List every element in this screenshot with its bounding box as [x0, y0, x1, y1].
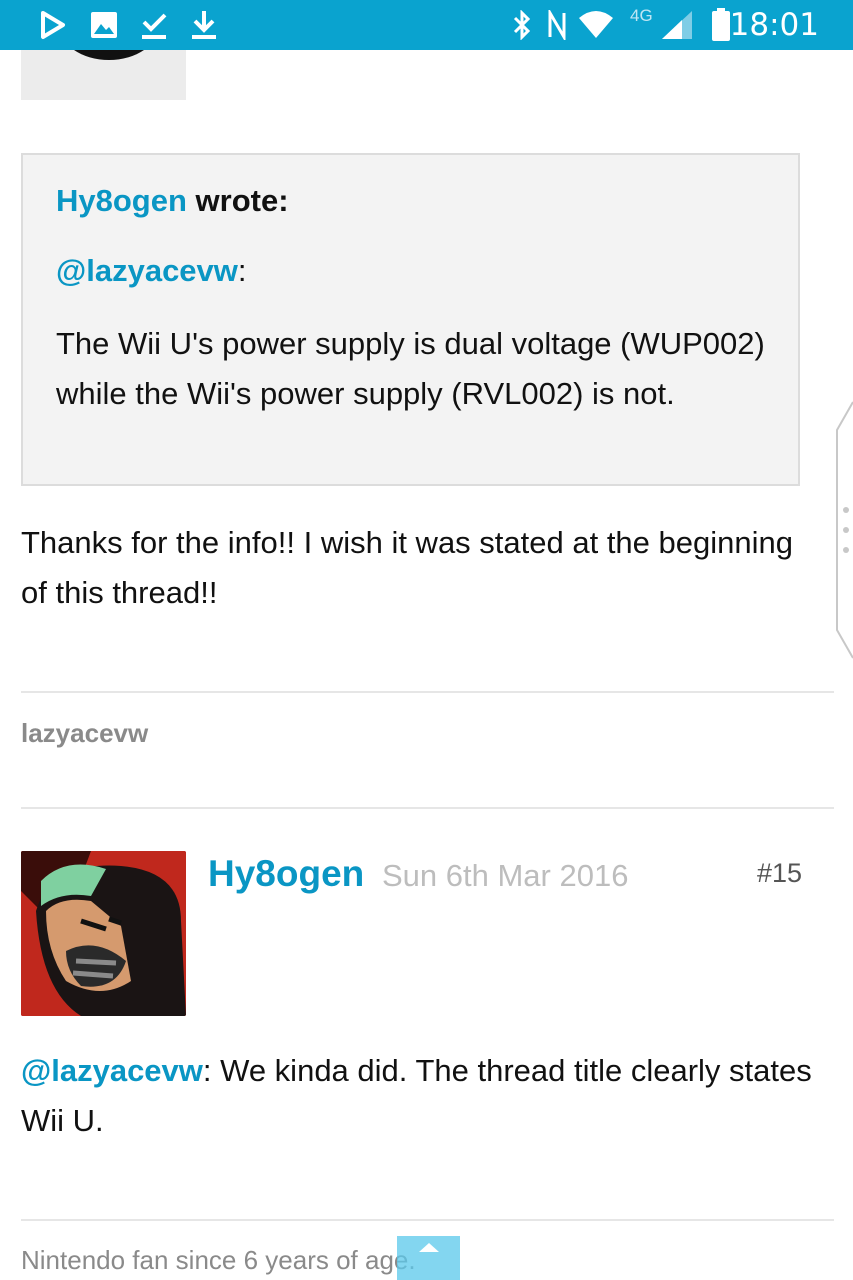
mention-link[interactable]: @lazyacevw — [21, 1053, 203, 1088]
quote-header: Hy8ogen wrote: — [56, 183, 289, 219]
edge-panel-handle[interactable] — [833, 400, 853, 660]
download-icon — [189, 8, 219, 42]
post-body: @lazyacevw: We kinda did. The thread tit… — [21, 1046, 821, 1146]
scroll-to-top-button[interactable] — [397, 1236, 460, 1280]
status-bar: 4G 18:01 — [0, 0, 853, 50]
download-done-icon — [139, 8, 169, 42]
quote-body: The Wii U's power supply is dual voltage… — [56, 326, 765, 411]
signature: lazyacevw — [21, 718, 149, 748]
avatar[interactable] — [21, 851, 186, 1016]
quote-author-link[interactable]: Hy8ogen — [56, 183, 187, 218]
post-body: Thanks for the info!! I wish it was stat… — [21, 525, 793, 610]
divider — [21, 691, 834, 693]
divider — [21, 807, 834, 809]
chevron-up-icon — [416, 1236, 442, 1261]
mention-colon: : — [237, 253, 247, 288]
quote-wrote-label: wrote: — [195, 183, 289, 218]
avatar[interactable] — [21, 50, 186, 100]
quote-mention: @lazyacevw: — [56, 253, 247, 289]
post-date: Sun 6th Mar 2016 — [382, 858, 629, 893]
quote-block: Hy8ogen wrote: @lazyacevw: The Wii U's p… — [21, 153, 800, 486]
signal-icon — [660, 8, 694, 42]
network-type: 4G — [630, 6, 653, 25]
post-number-link[interactable]: #15 — [757, 858, 802, 889]
bluetooth-icon — [510, 8, 534, 42]
divider — [21, 1219, 834, 1221]
signature: Nintendo fan since 6 years of age. — [21, 1245, 416, 1275]
nfc-icon — [545, 8, 569, 42]
image-icon — [89, 8, 119, 42]
poster-name-link[interactable]: Hy8ogen — [208, 853, 364, 895]
clock: 18:01 — [729, 7, 819, 43]
mention-link[interactable]: @lazyacevw — [56, 253, 238, 288]
play-store-icon — [38, 8, 68, 42]
wifi-icon — [578, 8, 614, 42]
